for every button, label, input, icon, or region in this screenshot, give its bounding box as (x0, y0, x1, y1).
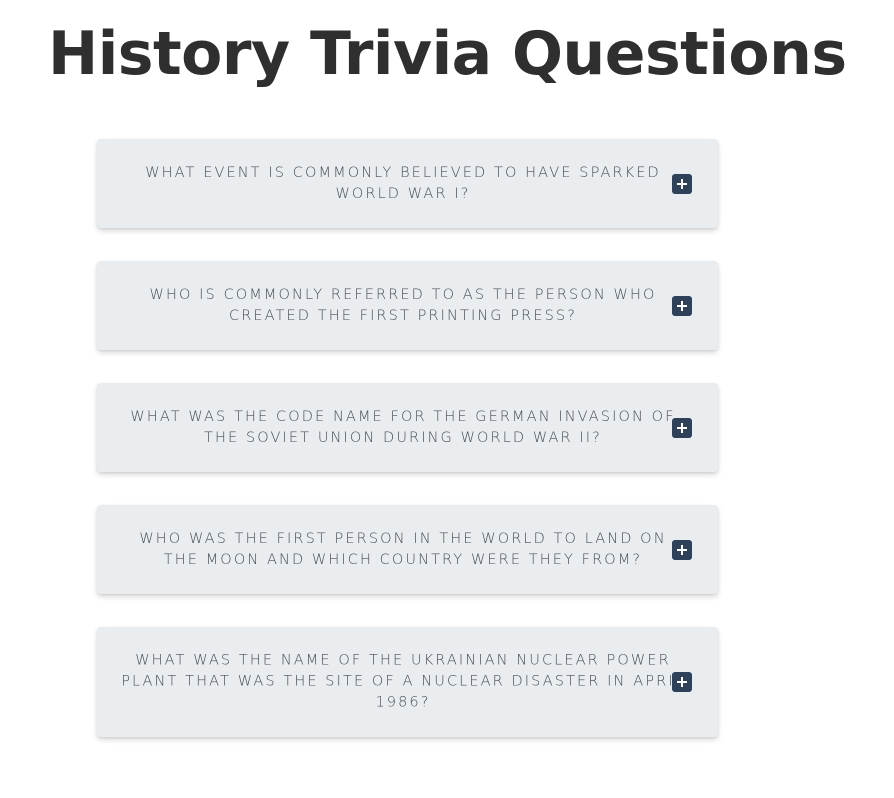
page-title: History Trivia Questions (48, 19, 847, 89)
expand-toggle-button[interactable] (672, 173, 692, 194)
plus-icon (677, 422, 687, 433)
faq-question: Who was the first person in the world to… (139, 530, 667, 568)
faq-question: What was the code name for the German in… (130, 408, 676, 446)
expand-toggle-button[interactable] (672, 539, 692, 560)
faq-item[interactable]: What was the name of the Ukrainian nucle… (97, 627, 718, 737)
faq-item[interactable]: Who is commonly referred to as the perso… (97, 261, 718, 350)
expand-toggle-button[interactable] (672, 417, 692, 438)
expand-toggle-button[interactable] (672, 672, 692, 692)
faq-question: What event is commonly believed to have … (145, 164, 661, 202)
plus-icon (677, 544, 687, 555)
plus-icon (677, 677, 687, 687)
faq-item[interactable]: Who was the first person in the world to… (97, 505, 718, 594)
plus-icon (677, 178, 687, 189)
faq-item[interactable]: What event is commonly believed to have … (97, 139, 718, 228)
faq-question: Who is commonly referred to as the perso… (149, 286, 657, 324)
faq-item[interactable]: What was the code name for the German in… (97, 383, 718, 472)
faq-question: What was the name of the Ukrainian nucle… (121, 652, 685, 711)
plus-icon (677, 300, 687, 311)
expand-toggle-button[interactable] (672, 295, 692, 316)
